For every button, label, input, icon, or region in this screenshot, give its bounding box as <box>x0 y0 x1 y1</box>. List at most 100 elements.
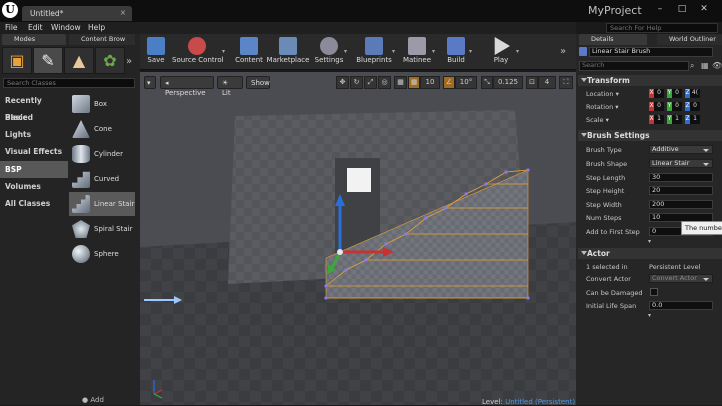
menu-window[interactable]: Window <box>51 23 81 32</box>
tab-details[interactable]: Details <box>579 34 647 45</box>
rotate-mode-icon[interactable]: ↻ <box>350 76 363 89</box>
scale-y-field[interactable]: Y1 <box>667 115 683 124</box>
rotation-z-field[interactable]: Z0 <box>685 102 701 111</box>
expand-actor-advanced-icon[interactable]: ▾ <box>648 312 651 319</box>
category-recently-placed[interactable]: Recently Placed <box>0 92 68 122</box>
rotation-snap-value[interactable]: 10° <box>455 76 477 89</box>
source-control-button[interactable]: Source Control <box>172 35 224 69</box>
landscape-mode-icon[interactable]: ▲ <box>64 47 94 74</box>
rotation-label[interactable]: Rotation ▾ <box>586 103 619 111</box>
matinee-dropdown-icon[interactable]: ▾ <box>432 48 435 55</box>
maximize-viewport-icon[interactable]: ⛶ <box>559 76 573 89</box>
category-basic[interactable]: Basic <box>0 109 68 126</box>
location-label[interactable]: Location ▾ <box>586 90 619 98</box>
bsp-item-box[interactable]: Box <box>69 92 135 116</box>
scale-label[interactable]: Scale ▾ <box>586 116 609 124</box>
show-button[interactable]: Show <box>246 76 270 89</box>
bsp-item-sphere[interactable]: Sphere <box>69 242 135 266</box>
camera-speed-value[interactable]: 4 <box>538 76 556 89</box>
expand-advanced-icon[interactable]: ▾ <box>648 238 651 245</box>
brush-shape-dropdown[interactable]: Linear Stair <box>649 159 713 168</box>
bsp-item-spiral-stair[interactable]: Spiral Stair <box>69 217 135 241</box>
minimize-icon[interactable]: – <box>654 4 666 14</box>
marketplace-button[interactable]: Marketplace <box>266 35 310 69</box>
location-z-field[interactable]: Z 4( <box>685 89 701 98</box>
menu-help[interactable]: Help <box>88 23 105 32</box>
perspective-button[interactable]: ◂ Perspective <box>160 76 214 97</box>
bsp-item-cylinder[interactable]: Cylinder <box>69 142 135 166</box>
source-control-dropdown-icon[interactable]: ▾ <box>222 48 225 55</box>
surface-snap-icon[interactable]: ▦ <box>394 76 407 89</box>
tab-world-outliner[interactable]: World Outliner <box>657 34 722 45</box>
scale-snap-icon[interactable]: ⤡ <box>481 76 493 89</box>
blueprints-button[interactable]: Blueprints <box>356 35 392 69</box>
camera-speed-icon[interactable]: ⊡ <box>526 76 538 89</box>
location-x-field[interactable]: X0 <box>649 89 665 98</box>
viewport-options-dropdown[interactable]: ▾ <box>144 76 156 89</box>
step-width-field[interactable]: 200 <box>649 200 713 209</box>
world-space-icon[interactable]: ◎ <box>378 76 391 89</box>
location-y-field[interactable]: Y0 <box>667 89 683 98</box>
actor-name-field[interactable]: Linear Stair Brush <box>589 47 713 57</box>
scale-snap-value[interactable]: 0.125 <box>493 76 523 89</box>
scale-mode-icon[interactable]: ⤢ <box>364 76 377 89</box>
toolbar-overflow-chevron-icon[interactable]: » <box>560 46 566 57</box>
blueprints-dropdown-icon[interactable]: ▾ <box>392 48 395 55</box>
grid-snap-icon[interactable]: ▦ <box>408 76 420 89</box>
place-mode-icon[interactable]: ▣ <box>2 47 32 74</box>
initial-life-span-field[interactable]: 0.0 <box>649 301 713 310</box>
convert-actor-dropdown[interactable]: Convert Actor <box>649 274 713 283</box>
rotation-x-field[interactable]: X0 <box>649 102 665 111</box>
unreal-logo-icon[interactable]: U <box>2 2 18 18</box>
build-button[interactable]: Build <box>443 35 469 69</box>
rotation-y-field[interactable]: Y0 <box>667 102 683 111</box>
section-transform[interactable]: Transform <box>578 75 722 86</box>
category-all-classes[interactable]: All Classes <box>0 195 68 212</box>
bsp-item-curved-stair[interactable]: Curved Stair <box>69 167 135 207</box>
scale-x-field[interactable]: X1 <box>649 115 665 124</box>
paint-mode-icon[interactable]: ✎ <box>33 47 63 74</box>
add-button[interactable]: ● Add <box>82 396 104 404</box>
scale-z-field[interactable]: Z1 <box>685 115 701 124</box>
tab-modes[interactable]: Modes <box>2 34 66 45</box>
category-volumes[interactable]: Volumes <box>0 178 68 195</box>
details-search-input[interactable]: Search <box>579 61 689 71</box>
search-help-input[interactable]: Search For Help <box>606 23 718 33</box>
menu-edit[interactable]: Edit <box>28 23 43 32</box>
step-length-field[interactable]: 30 <box>649 173 713 182</box>
rotation-snap-icon[interactable]: ∠ <box>443 76 455 89</box>
play-dropdown-icon[interactable]: ▾ <box>516 48 519 55</box>
translate-mode-icon[interactable]: ✥ <box>336 76 349 89</box>
bsp-item-cone[interactable]: Cone <box>69 117 135 141</box>
grid-snap-value[interactable]: 10 <box>420 76 440 89</box>
settings-button[interactable]: Settings <box>314 35 344 69</box>
foliage-mode-icon[interactable]: ✿ <box>95 47 125 74</box>
matinee-button[interactable]: Matinee <box>402 35 432 69</box>
category-bsp[interactable]: BSP <box>0 161 68 178</box>
tab-content-browser[interactable]: Content Brow <box>69 34 135 45</box>
more-modes-chevron-icon[interactable]: » <box>126 56 132 67</box>
build-dropdown-icon[interactable]: ▾ <box>469 48 472 55</box>
settings-dropdown-icon[interactable]: ▾ <box>344 48 347 55</box>
content-button[interactable]: Content <box>234 35 264 69</box>
play-button[interactable]: Play <box>488 35 514 69</box>
section-brush-settings[interactable]: Brush Settings <box>578 130 722 141</box>
level-viewport[interactable] <box>140 72 576 405</box>
property-matrix-icon[interactable]: ▦ <box>701 61 709 70</box>
step-height-field[interactable]: 20 <box>649 186 713 195</box>
brush-type-dropdown[interactable]: Additive <box>649 145 713 154</box>
search-icon[interactable]: ⌕ <box>690 61 694 71</box>
category-lights[interactable]: Lights <box>0 126 68 143</box>
close-tab-icon[interactable]: × <box>120 8 126 17</box>
save-button[interactable]: Save <box>144 35 168 69</box>
bsp-item-linear-stair[interactable]: Linear Stair <box>69 192 135 216</box>
maximize-icon[interactable]: □ <box>676 4 688 14</box>
lit-button[interactable]: ☀ Lit <box>217 76 243 97</box>
category-visual-effects[interactable]: Visual Effects <box>0 143 68 160</box>
level-tab[interactable]: Untitled* × <box>22 6 132 21</box>
search-classes-input[interactable]: Search Classes <box>3 78 135 88</box>
view-options-icon[interactable]: 👁 <box>712 61 722 70</box>
section-actor[interactable]: Actor <box>578 248 722 259</box>
menu-file[interactable]: File <box>5 23 18 32</box>
can-be-damaged-checkbox[interactable] <box>650 288 658 296</box>
